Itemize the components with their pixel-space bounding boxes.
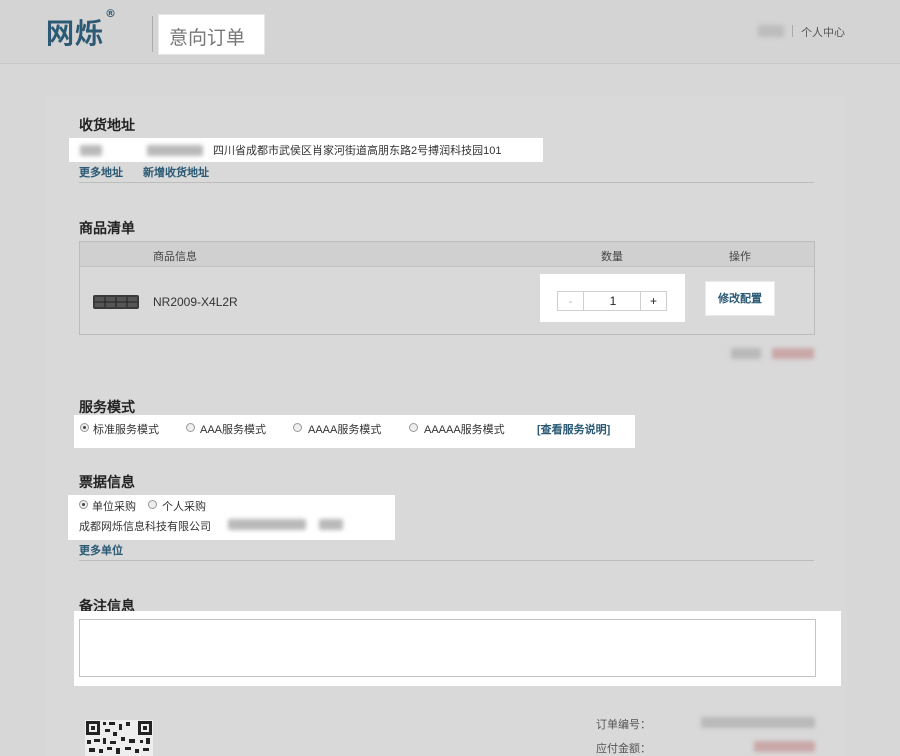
subtotal-amount-blurred bbox=[772, 348, 814, 359]
quantity-decrease-button[interactable]: - bbox=[558, 292, 584, 310]
divider bbox=[79, 182, 814, 183]
divider bbox=[79, 560, 814, 561]
quantity-input[interactable]: 1 bbox=[584, 292, 642, 310]
order-number-blurred bbox=[701, 717, 815, 728]
service-info-link[interactable]: [查看服务说明] bbox=[537, 421, 610, 437]
service-radio-standard[interactable] bbox=[80, 423, 89, 432]
service-heading: 服务模式 bbox=[79, 399, 135, 415]
col-action: 操作 bbox=[729, 251, 751, 263]
tax-id-blurred bbox=[228, 519, 306, 530]
notes-textarea[interactable] bbox=[79, 619, 816, 677]
invoice-option-company[interactable]: 单位采购 bbox=[92, 498, 136, 514]
invoice-company-name: 成都网烁信息科技有限公司 bbox=[79, 521, 211, 533]
recipient-phone-blurred bbox=[147, 145, 203, 156]
subtotal-label-blurred bbox=[731, 348, 761, 359]
more-addresses-link[interactable]: 更多地址 bbox=[79, 164, 123, 180]
page-title: 意向订单 bbox=[169, 28, 246, 49]
quantity-stepper[interactable]: - 1 + bbox=[557, 291, 667, 311]
invoice-heading: 票据信息 bbox=[79, 474, 135, 490]
invoice-radio-personal[interactable] bbox=[148, 500, 157, 509]
invoice-option-personal[interactable]: 个人采购 bbox=[162, 498, 206, 514]
qr-code-icon bbox=[85, 720, 153, 756]
product-name[interactable]: NR2009-X4L2R bbox=[153, 295, 238, 309]
invoice-extra-blurred bbox=[319, 519, 343, 530]
add-address-link[interactable]: 新增收货地址 bbox=[143, 164, 209, 180]
col-quantity: 数量 bbox=[601, 251, 623, 263]
brand-logo[interactable]: 网烁® bbox=[46, 7, 117, 52]
header-divider bbox=[152, 16, 153, 52]
user-name-blurred[interactable] bbox=[758, 25, 784, 37]
address-heading: 收货地址 bbox=[79, 117, 135, 133]
more-companies-link[interactable]: 更多单位 bbox=[79, 542, 123, 558]
page-title-box: 意向订单 bbox=[158, 14, 265, 55]
products-heading: 商品清单 bbox=[79, 220, 135, 236]
invoice-radio-company[interactable] bbox=[79, 500, 88, 509]
table-header: 商品信息 数量 操作 bbox=[80, 242, 814, 267]
service-option-aaaaa[interactable]: AAAAA服务模式 bbox=[424, 421, 505, 437]
address-text: 四川省成都市武侯区肖家河街道高朋东路2号搏润科技园101 bbox=[213, 145, 502, 157]
modify-config-button[interactable]: 修改配置 bbox=[705, 281, 775, 316]
personal-center-link[interactable]: 个人中心 bbox=[801, 24, 845, 40]
order-number-label: 订单编号： bbox=[596, 719, 651, 731]
recipient-name-blurred bbox=[80, 145, 102, 156]
service-option-aaaa[interactable]: AAAA服务模式 bbox=[308, 421, 381, 437]
top-bar: 网烁® 意向订单 个人中心 bbox=[0, 0, 900, 64]
quantity-increase-button[interactable]: + bbox=[640, 292, 666, 310]
header-user-divider bbox=[792, 25, 793, 37]
service-radio-aaaa[interactable] bbox=[293, 423, 302, 432]
address-row-highlight[interactable]: 四川省成都市武侯区肖家河街道高朋东路2号搏润科技园101 bbox=[69, 138, 543, 162]
server-product-icon bbox=[93, 295, 139, 309]
service-option-aaa[interactable]: AAA服务模式 bbox=[200, 421, 266, 437]
amount-due-label: 应付金额： bbox=[596, 743, 651, 755]
service-radio-aaa[interactable] bbox=[186, 423, 195, 432]
amount-due-blurred bbox=[754, 741, 815, 752]
service-radio-aaaaa[interactable] bbox=[409, 423, 418, 432]
col-product-info: 商品信息 bbox=[153, 251, 197, 263]
service-option-standard[interactable]: 标准服务模式 bbox=[93, 421, 159, 437]
